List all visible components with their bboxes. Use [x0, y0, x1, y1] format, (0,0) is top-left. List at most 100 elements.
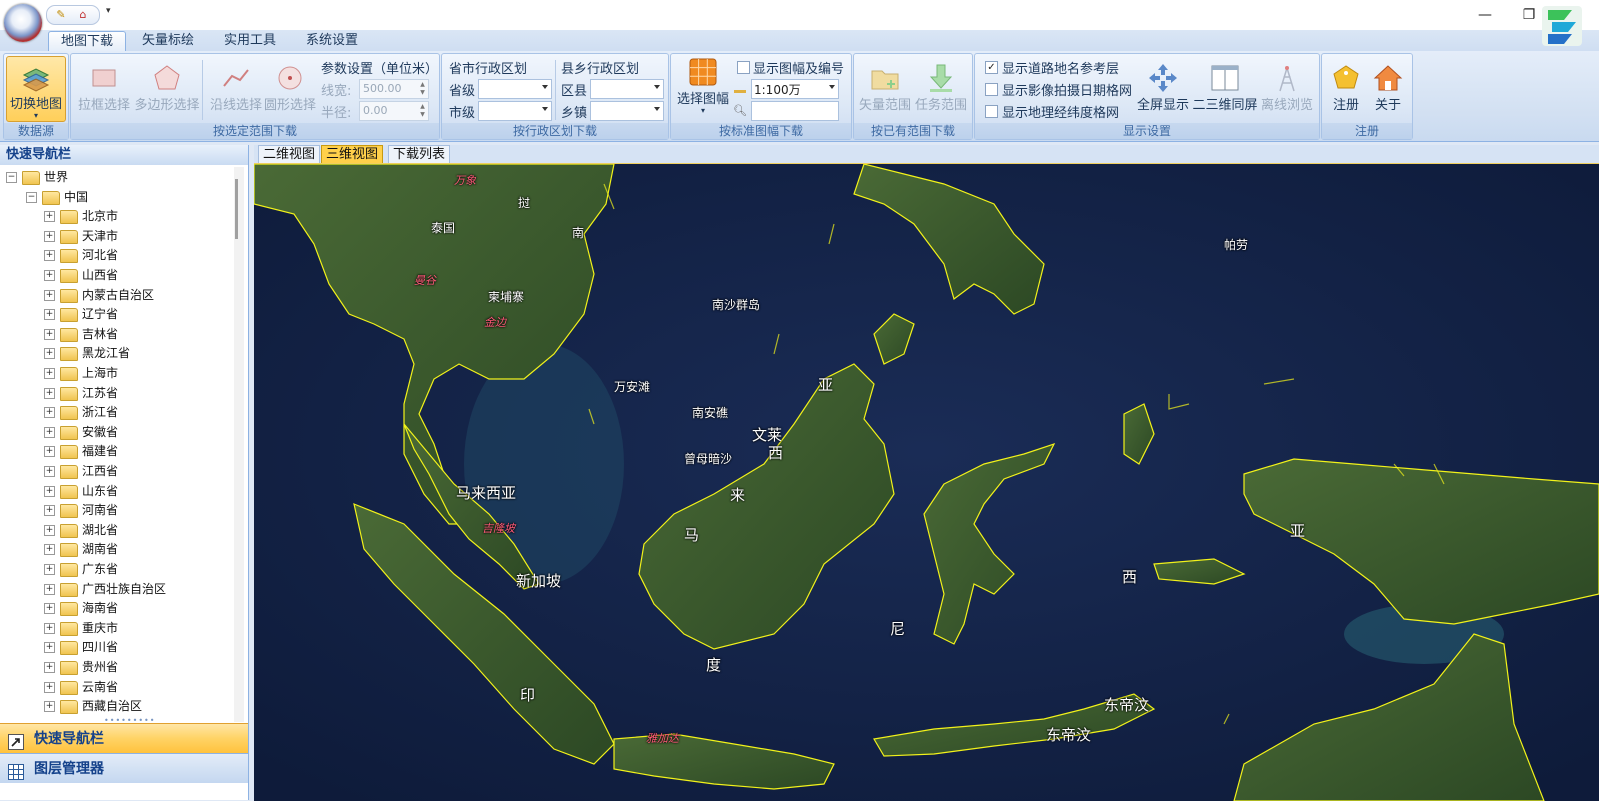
line-width-input[interactable]: 500.00 ▲ ▼: [359, 79, 429, 99]
tab-system-settings[interactable]: 系统设置: [294, 31, 370, 51]
expand-icon[interactable]: +: [44, 407, 55, 419]
tab-3d-view[interactable]: 三维视图: [321, 145, 384, 163]
switch-map-button[interactable]: 切换地图 ▾: [6, 56, 66, 122]
maximize-button[interactable]: ❐: [1514, 4, 1544, 26]
expand-icon[interactable]: +: [44, 466, 55, 477]
tree-node[interactable]: + 江苏省: [0, 383, 230, 403]
scale-select[interactable]: 1:100万: [751, 79, 839, 99]
expand-icon[interactable]: +: [44, 387, 55, 399]
tree-node[interactable]: + 重庆市: [0, 618, 230, 638]
download-arrow-icon: [925, 62, 957, 94]
map-3d-view[interactable]: 万象 挝 泰国 南 曼谷 柬埔寨 金边 南沙群岛 万安滩 南安礁 曾母暗沙 帕劳…: [254, 163, 1599, 801]
tab-map-download[interactable]: 地图下载: [48, 31, 127, 52]
expand-icon[interactable]: +: [44, 250, 55, 262]
tree-node[interactable]: + 安徽省: [0, 422, 230, 442]
tree-node[interactable]: + 海南省: [0, 598, 230, 618]
circle-select-button[interactable]: 圆形选择: [259, 62, 321, 113]
tree-node[interactable]: + 福建省: [0, 441, 230, 461]
expand-icon[interactable]: +: [44, 289, 55, 301]
tree-node[interactable]: + 黑龙江省: [0, 343, 230, 363]
town-select[interactable]: [590, 101, 664, 121]
tree-node[interactable]: + 湖北省: [0, 520, 230, 540]
nav-layer-manager[interactable]: 图层管理器: [0, 753, 248, 783]
tree-node[interactable]: + 吉林省: [0, 324, 230, 344]
line-select-button[interactable]: 沿线选择: [205, 62, 267, 113]
expand-icon[interactable]: +: [44, 681, 55, 693]
expand-icon[interactable]: +: [44, 309, 55, 321]
tab-2d-view[interactable]: 二维视图: [258, 145, 321, 163]
minimize-button[interactable]: —: [1470, 4, 1500, 26]
expand-icon[interactable]: +: [44, 603, 55, 615]
qat-dropdown-icon[interactable]: ▾: [106, 6, 111, 16]
expand-icon[interactable]: +: [44, 642, 55, 654]
expand-icon[interactable]: +: [44, 701, 55, 713]
tree-node[interactable]: + 上海市: [0, 363, 230, 383]
expand-icon[interactable]: +: [44, 662, 55, 673]
county-select[interactable]: [590, 79, 664, 99]
task-range-button[interactable]: 任务范围: [912, 62, 970, 113]
tab-vector-plot[interactable]: 矢量标绘: [130, 31, 206, 51]
about-button[interactable]: 关于: [1366, 62, 1410, 113]
rect-select-button[interactable]: 拉框选择: [73, 62, 135, 113]
collapse-icon[interactable]: −: [26, 191, 37, 203]
tree-node[interactable]: + 河南省: [0, 500, 230, 520]
scrollbar-thumb[interactable]: [235, 179, 238, 239]
tree-node[interactable]: + 河北省: [0, 245, 230, 265]
offline-browse-button[interactable]: 离线浏览: [1257, 62, 1317, 113]
expand-icon[interactable]: +: [44, 211, 55, 223]
show-sheet-checkbox[interactable]: [737, 61, 750, 74]
expand-icon[interactable]: +: [44, 328, 55, 340]
capture-date-grid-checkbox[interactable]: [985, 83, 998, 96]
expand-icon[interactable]: +: [44, 485, 55, 497]
tree-node[interactable]: + 内蒙古自治区: [0, 285, 230, 305]
expand-icon[interactable]: +: [44, 505, 55, 517]
tree-node[interactable]: + 湖南省: [0, 539, 230, 559]
province-select[interactable]: [478, 79, 552, 99]
polygon-select-button[interactable]: 多边形选择: [133, 62, 201, 113]
expand-icon[interactable]: +: [44, 230, 55, 242]
fullscreen-button[interactable]: 全屏显示: [1135, 62, 1191, 113]
app-menu-orb[interactable]: [4, 4, 42, 42]
expand-icon[interactable]: +: [44, 544, 55, 556]
expand-icon[interactable]: +: [44, 564, 55, 575]
tree-node[interactable]: + 浙江省: [0, 402, 230, 422]
tree-node[interactable]: + 西藏自治区: [0, 696, 230, 716]
sheet-search-input[interactable]: [751, 101, 839, 121]
expand-icon[interactable]: +: [44, 583, 55, 595]
tree-node[interactable]: + 四川省: [0, 637, 230, 657]
tree-node[interactable]: + 山东省: [0, 481, 230, 501]
tree-node[interactable]: + 广东省: [0, 559, 230, 579]
expand-icon[interactable]: +: [44, 368, 55, 379]
expand-icon[interactable]: +: [44, 348, 55, 360]
latlon-grid-checkbox[interactable]: [985, 105, 998, 118]
tree-scrollbar[interactable]: [234, 167, 244, 722]
collapse-icon[interactable]: −: [6, 172, 17, 183]
tree-node[interactable]: − 中国: [0, 187, 230, 207]
tree-node[interactable]: − 世界: [0, 167, 230, 187]
expand-icon[interactable]: +: [44, 446, 55, 458]
nav-quick-navigation[interactable]: 快速导航栏: [0, 723, 248, 753]
dual-view-button[interactable]: 二三维同屏: [1189, 62, 1261, 113]
register-button[interactable]: 注册: [1324, 62, 1368, 113]
tree-node[interactable]: + 北京市: [0, 206, 230, 226]
tab-download-list[interactable]: 下载列表: [388, 145, 451, 163]
expand-icon[interactable]: +: [44, 270, 55, 281]
home-icon[interactable]: ⌂: [75, 7, 91, 23]
select-sheet-button[interactable]: 选择图幅 ▾: [673, 56, 733, 115]
tab-tools[interactable]: 实用工具: [212, 31, 288, 51]
tag-icon[interactable]: ✎: [53, 7, 69, 23]
tree-node[interactable]: + 云南省: [0, 677, 230, 697]
tree-node[interactable]: + 广西壮族自治区: [0, 579, 230, 599]
expand-icon[interactable]: +: [44, 622, 55, 634]
vector-range-button[interactable]: 矢量范围: [856, 62, 914, 113]
expand-icon[interactable]: +: [44, 426, 55, 438]
city-select[interactable]: [478, 101, 552, 121]
tree-node[interactable]: + 天津市: [0, 226, 230, 246]
tree-node[interactable]: + 山西省: [0, 265, 230, 285]
radius-input[interactable]: 0.00 ▲ ▼: [359, 101, 429, 121]
tree-node[interactable]: + 辽宁省: [0, 304, 230, 324]
road-label-checkbox[interactable]: ✓: [985, 61, 998, 74]
tree-node[interactable]: + 江西省: [0, 461, 230, 481]
expand-icon[interactable]: +: [44, 524, 55, 536]
tree-node[interactable]: + 贵州省: [0, 657, 230, 677]
